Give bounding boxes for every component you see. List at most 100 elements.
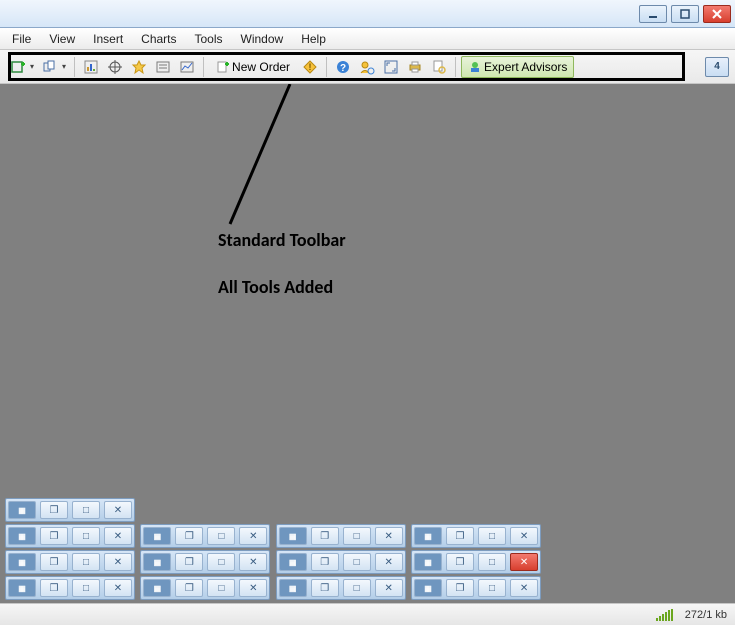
new-chart-button[interactable] bbox=[7, 56, 37, 78]
minimized-chart-window[interactable]: ▦❐□✕ bbox=[140, 524, 270, 548]
close-button[interactable]: ✕ bbox=[375, 527, 403, 545]
menu-insert[interactable]: Insert bbox=[93, 32, 123, 46]
minimized-chart-window[interactable]: ▦❐□✕ bbox=[276, 550, 406, 574]
market-watch-icon bbox=[83, 59, 99, 75]
maximize-button[interactable]: □ bbox=[478, 527, 506, 545]
maximize-button[interactable]: □ bbox=[72, 527, 100, 545]
maximize-button[interactable]: □ bbox=[72, 579, 100, 597]
restore-button[interactable]: ❐ bbox=[40, 527, 68, 545]
restore-button[interactable]: ❐ bbox=[311, 579, 339, 597]
close-button[interactable]: ✕ bbox=[510, 527, 538, 545]
maximize-button[interactable]: □ bbox=[72, 501, 100, 519]
data-window-button[interactable] bbox=[128, 56, 150, 78]
maximize-button[interactable]: □ bbox=[478, 579, 506, 597]
expert-advisors-button[interactable]: Expert Advisors bbox=[461, 56, 574, 78]
minimized-chart-window[interactable]: ▦❐□✕ bbox=[140, 576, 270, 600]
chart-icon: ▦ bbox=[8, 553, 36, 571]
svg-text:!: ! bbox=[309, 62, 312, 72]
minimized-chart-window[interactable]: ▦❐□✕ bbox=[5, 550, 135, 574]
minimized-chart-window[interactable]: ▦❐□✕ bbox=[140, 550, 270, 574]
close-button[interactable]: ✕ bbox=[375, 553, 403, 571]
menu-tools[interactable]: Tools bbox=[195, 32, 223, 46]
maximize-button[interactable]: □ bbox=[478, 553, 506, 571]
restore-button[interactable]: ❐ bbox=[40, 501, 68, 519]
close-button[interactable]: ✕ bbox=[104, 579, 132, 597]
terminal-icon bbox=[155, 59, 171, 75]
menu-file[interactable]: File bbox=[12, 32, 31, 46]
minimized-chart-window[interactable]: ▦❐□✕ bbox=[411, 550, 541, 574]
print-preview-button[interactable] bbox=[428, 56, 450, 78]
standard-toolbar: New Order ! ? Expert Advisors 4 bbox=[0, 50, 735, 84]
close-button[interactable]: ✕ bbox=[239, 553, 267, 571]
maximize-button[interactable]: □ bbox=[72, 553, 100, 571]
options-button[interactable] bbox=[356, 56, 378, 78]
printer-icon bbox=[407, 59, 423, 75]
maximize-button[interactable]: □ bbox=[343, 553, 371, 571]
menu-charts[interactable]: Charts bbox=[141, 32, 176, 46]
close-button[interactable]: ✕ bbox=[239, 527, 267, 545]
connection-signal-icon bbox=[656, 609, 673, 621]
minimized-chart-window[interactable]: ▦❐□✕ bbox=[276, 576, 406, 600]
maximize-button[interactable]: □ bbox=[207, 553, 235, 571]
preview-icon bbox=[431, 59, 447, 75]
menu-help[interactable]: Help bbox=[301, 32, 326, 46]
maximize-button[interactable]: □ bbox=[343, 579, 371, 597]
strategy-tester-button[interactable] bbox=[176, 56, 198, 78]
menu-window[interactable]: Window bbox=[241, 32, 284, 46]
minimized-chart-window[interactable]: ▦ ❐ □ ✕ bbox=[5, 498, 135, 522]
new-order-label: New Order bbox=[232, 60, 290, 74]
chart-icon: ▦ bbox=[279, 553, 307, 571]
terminal-button[interactable] bbox=[152, 56, 174, 78]
maximize-button[interactable]: □ bbox=[343, 527, 371, 545]
new-chart-icon bbox=[10, 59, 26, 75]
toolbar-separator bbox=[455, 57, 456, 77]
restore-button[interactable]: ❐ bbox=[175, 579, 203, 597]
close-button[interactable]: ✕ bbox=[510, 579, 538, 597]
restore-button[interactable]: ❐ bbox=[40, 579, 68, 597]
help-button[interactable]: ? bbox=[332, 56, 354, 78]
mail-count: 4 bbox=[714, 61, 720, 72]
maximize-button[interactable]: □ bbox=[207, 579, 235, 597]
restore-button[interactable]: ❐ bbox=[175, 527, 203, 545]
restore-button[interactable]: ❐ bbox=[40, 553, 68, 571]
fullscreen-button[interactable] bbox=[380, 56, 402, 78]
metaquotes-button[interactable]: ! bbox=[299, 56, 321, 78]
close-button[interactable]: ✕ bbox=[104, 501, 132, 519]
minimize-button[interactable] bbox=[639, 5, 667, 23]
print-button[interactable] bbox=[404, 56, 426, 78]
close-button[interactable]: ✕ bbox=[510, 553, 538, 571]
mail-button[interactable]: 4 bbox=[705, 57, 729, 77]
help-icon: ? bbox=[335, 59, 351, 75]
profiles-button[interactable] bbox=[39, 56, 69, 78]
new-order-button[interactable]: New Order bbox=[209, 56, 297, 78]
navigator-button[interactable] bbox=[104, 56, 126, 78]
minimized-chart-window[interactable]: ▦❐□✕ bbox=[5, 524, 135, 548]
restore-button[interactable]: ❐ bbox=[446, 553, 474, 571]
minimized-chart-window[interactable]: ▦❐□✕ bbox=[276, 524, 406, 548]
maximize-button[interactable]: □ bbox=[207, 527, 235, 545]
restore-button[interactable]: ❐ bbox=[446, 527, 474, 545]
tester-icon bbox=[179, 59, 195, 75]
restore-button[interactable]: ❐ bbox=[446, 579, 474, 597]
restore-button[interactable]: ❐ bbox=[311, 553, 339, 571]
close-button[interactable]: ✕ bbox=[375, 579, 403, 597]
close-button[interactable]: ✕ bbox=[104, 527, 132, 545]
svg-text:?: ? bbox=[340, 63, 346, 74]
restore-button[interactable]: ❐ bbox=[175, 553, 203, 571]
menu-view[interactable]: View bbox=[49, 32, 75, 46]
mdi-workspace: Standard Toolbar All Tools Added ▦ ❐ □ ✕… bbox=[0, 84, 735, 603]
traffic-label: 272/1 kb bbox=[685, 609, 727, 621]
minimized-chart-window[interactable]: ▦❐□✕ bbox=[5, 576, 135, 600]
maximize-button[interactable] bbox=[671, 5, 699, 23]
crosshair-icon bbox=[107, 59, 123, 75]
status-bar: 272/1 kb bbox=[0, 603, 735, 625]
minimized-chart-window[interactable]: ▦❐□✕ bbox=[411, 524, 541, 548]
restore-button[interactable]: ❐ bbox=[311, 527, 339, 545]
market-watch-button[interactable] bbox=[80, 56, 102, 78]
close-button[interactable]: ✕ bbox=[104, 553, 132, 571]
close-button[interactable]: ✕ bbox=[239, 579, 267, 597]
close-button[interactable] bbox=[703, 5, 731, 23]
minimized-chart-window[interactable]: ▦❐□✕ bbox=[411, 576, 541, 600]
chart-icon: ▦ bbox=[414, 579, 442, 597]
toolbar-separator bbox=[203, 57, 204, 77]
